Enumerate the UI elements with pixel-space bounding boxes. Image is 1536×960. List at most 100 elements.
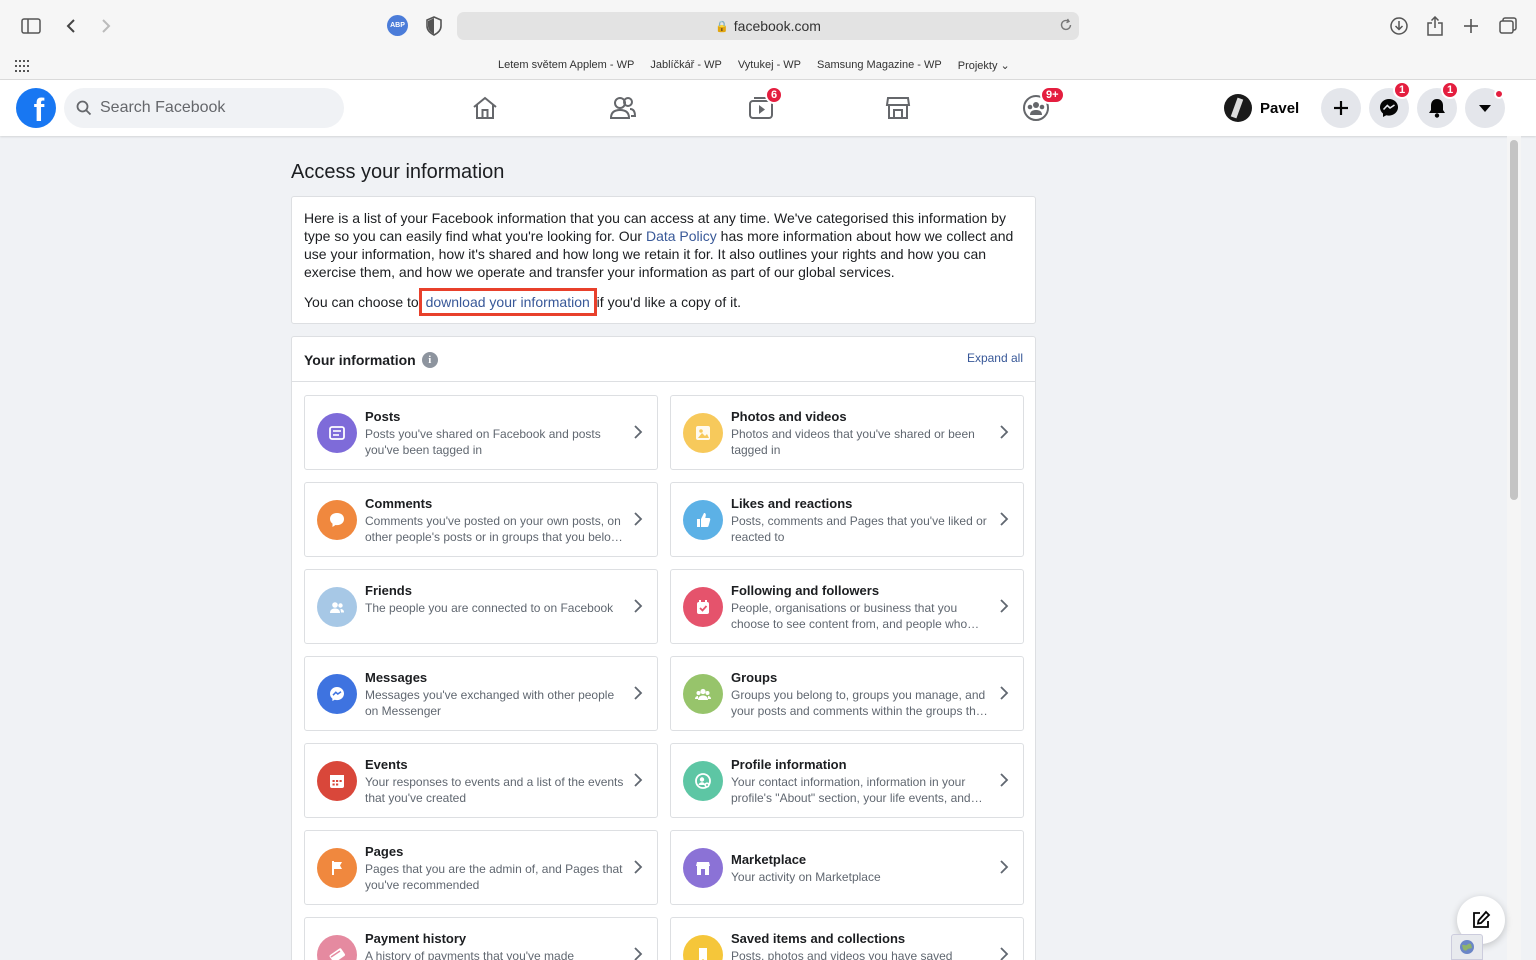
bookmarks-bar: Letem světem Applem - WP Jablíčkář - WP … — [0, 52, 1536, 80]
grid-icon[interactable] — [15, 60, 29, 75]
tile-description: Pages that you are the admin of, and Pag… — [365, 862, 623, 892]
bookmark-item[interactable]: Samsung Magazine - WP — [809, 59, 950, 72]
chevron-right-icon[interactable] — [999, 772, 1009, 793]
info-tile-messages[interactable]: Messages Messages you've exchanged with o… — [304, 656, 658, 731]
chevron-right-icon[interactable] — [999, 511, 1009, 532]
groups-nav-icon[interactable]: 9+ — [1020, 86, 1065, 124]
friends-nav-icon[interactable] — [607, 92, 639, 124]
search-icon — [76, 100, 92, 116]
tile-description: Groups you belong to, groups you manage,… — [731, 688, 986, 718]
scroll-thumb[interactable] — [1510, 140, 1518, 500]
bookmark-item[interactable]: Jablíčkář - WP — [642, 59, 730, 72]
posts-icon — [317, 413, 357, 453]
tile-title: Marketplace — [731, 852, 807, 867]
chevron-right-icon[interactable] — [633, 685, 643, 706]
info-tile-profile-information[interactable]: Profile information Your contact informat… — [670, 743, 1024, 818]
info-tile-payment-history[interactable]: Payment history A history of payments tha… — [304, 917, 658, 960]
address-bar[interactable]: 🔒 facebook.com — [457, 12, 1079, 40]
expand-all-link[interactable]: Expand all — [967, 351, 1023, 365]
downloads-icon[interactable] — [1386, 13, 1412, 39]
info-tile-marketplace[interactable]: Marketplace Your activity on Marketplace — [670, 830, 1024, 905]
info-tile-pages[interactable]: Pages Pages that you are the admin of, an… — [304, 830, 658, 905]
tile-description: Messages you've exchanged with other peo… — [365, 688, 615, 718]
download-prompt: You can choose to download your informat… — [304, 288, 1023, 316]
chevron-right-icon[interactable] — [633, 772, 643, 793]
info-tile-posts[interactable]: Posts Posts you've shared on Facebook and… — [304, 395, 658, 470]
info-tile-friends[interactable]: Friends The people you are connected to o… — [304, 569, 658, 644]
tile-title: Saved items and collections — [731, 931, 906, 946]
info-tile-events[interactable]: Events Your responses to events and a lis… — [304, 743, 658, 818]
tile-title: Payment history — [365, 931, 467, 946]
messenger-icon — [1380, 99, 1398, 117]
intro-card: Here is a list of your Facebook informat… — [291, 196, 1036, 324]
info-icon[interactable]: i — [421, 352, 438, 368]
chevron-right-icon[interactable] — [633, 511, 643, 532]
info-tile-groups[interactable]: Groups Groups you belong to, groups you m… — [670, 656, 1024, 731]
lock-icon: 🔒 — [715, 20, 729, 33]
notifications-button[interactable]: 1 — [1417, 81, 1460, 128]
search-box[interactable] — [64, 88, 344, 128]
chevron-right-icon[interactable] — [999, 598, 1009, 619]
alert-dot — [1494, 89, 1504, 99]
create-button[interactable] — [1321, 88, 1361, 128]
new-tab-icon[interactable] — [1458, 13, 1484, 39]
tile-title: Photos and videos — [731, 409, 847, 424]
chevron-right-icon[interactable] — [999, 859, 1009, 880]
tab-overview-icon[interactable] — [1495, 13, 1521, 39]
chevron-right-icon[interactable] — [999, 424, 1009, 445]
messenger-button[interactable]: 1 — [1369, 81, 1412, 128]
chevron-right-icon[interactable] — [633, 946, 643, 960]
scrollbar[interactable] — [1507, 136, 1521, 960]
data-policy-link[interactable]: Data Policy — [646, 228, 717, 244]
tile-title: Pages — [365, 844, 404, 859]
tile-description: A history of payments that you've made — [365, 949, 575, 960]
info-tile-saved-items-and-collections[interactable]: Saved items and collections Posts, photos… — [670, 917, 1024, 960]
shield-extension-icon[interactable] — [425, 16, 443, 41]
friends-icon — [317, 587, 357, 627]
tile-title: Events — [365, 757, 408, 772]
bookmark-icon — [683, 935, 723, 960]
bookmark-folder[interactable]: Projekty ⌄ — [950, 59, 1018, 72]
tile-title: Friends — [365, 583, 412, 598]
watch-badge: 6 — [765, 86, 784, 104]
following-icon — [683, 587, 723, 627]
groups-icon — [683, 674, 723, 714]
info-tile-following-and-followers[interactable]: Following and followers People, organisat… — [670, 569, 1024, 644]
bookmark-item[interactable]: Letem světem Applem - WP — [490, 59, 642, 72]
reload-icon[interactable] — [1059, 18, 1073, 35]
section-header: Your information i Expand all — [292, 337, 1035, 382]
facebook-logo[interactable]: f — [16, 88, 56, 128]
page-title: Access your information — [291, 161, 505, 183]
chevron-right-icon[interactable] — [633, 598, 643, 619]
marketplace-icon[interactable] — [882, 92, 914, 124]
your-information-card: Your information i Expand all Posts Posts… — [291, 336, 1036, 960]
home-icon[interactable] — [469, 92, 501, 124]
info-tile-likes-and-reactions[interactable]: Likes and reactions Posts, comments and P… — [670, 482, 1024, 557]
browser-toolbar: ABP 🔒 facebook.com — [0, 0, 1536, 52]
account-menu-button[interactable] — [1465, 88, 1505, 128]
profile-button[interactable]: Pavel — [1224, 94, 1299, 122]
forward-icon[interactable] — [93, 13, 119, 39]
chevron-right-icon[interactable] — [999, 946, 1009, 960]
avatar — [1224, 94, 1252, 122]
watch-icon[interactable]: 6 — [745, 86, 784, 124]
sidebar-toggle-icon[interactable] — [18, 13, 44, 39]
tile-description: Your contact information, information in… — [731, 775, 971, 805]
download-information-link[interactable]: download your information — [426, 294, 590, 310]
share-icon[interactable] — [1422, 13, 1448, 39]
tile-title: Comments — [365, 496, 433, 511]
globe-icon[interactable] — [1451, 934, 1483, 960]
search-input[interactable] — [100, 99, 320, 117]
chevron-right-icon[interactable] — [633, 859, 643, 880]
plus-icon — [1334, 101, 1348, 115]
chevron-right-icon[interactable] — [633, 424, 643, 445]
info-tile-photos-and-videos[interactable]: Photos and videos Photos and videos that … — [670, 395, 1024, 470]
adblock-extension-icon[interactable]: ABP — [387, 15, 408, 36]
calendar-icon — [317, 761, 357, 801]
chevron-right-icon[interactable] — [999, 685, 1009, 706]
bookmark-item[interactable]: Vytukej - WP — [730, 59, 809, 72]
info-tile-comments[interactable]: Comments Comments you've posted on your o… — [304, 482, 658, 557]
back-icon[interactable] — [58, 13, 84, 39]
tile-description: Your activity on Marketplace — [731, 870, 881, 884]
like-icon — [683, 500, 723, 540]
